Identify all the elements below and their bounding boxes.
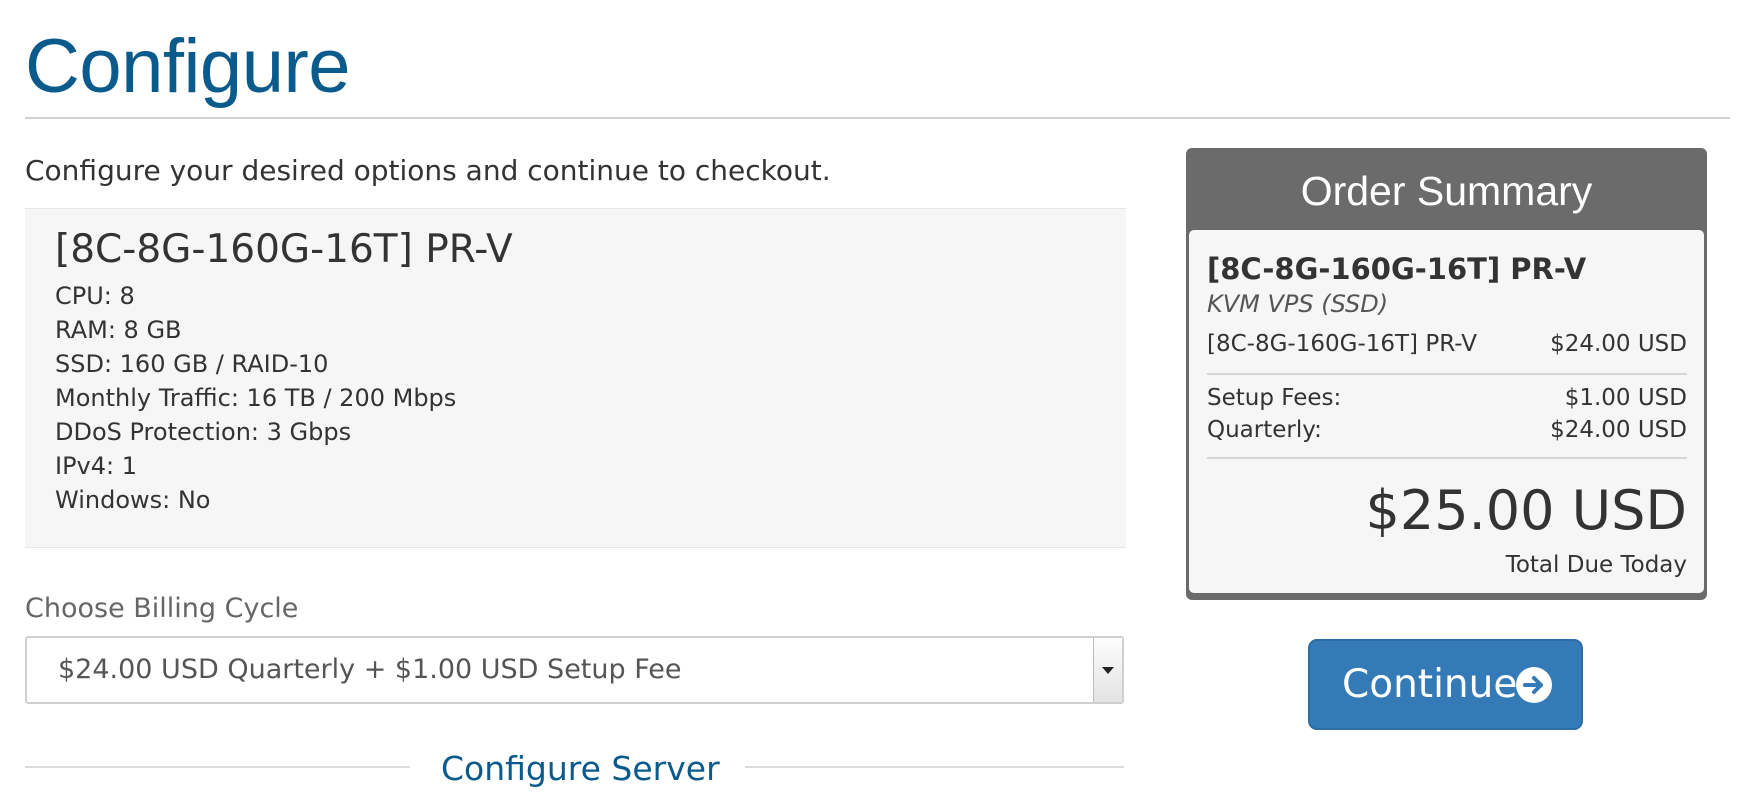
product-info-panel: [8C-8G-160G-16T] PR-V CPU: 8 RAM: 8 GB S… (25, 208, 1126, 548)
feature-ddos: DDoS Protection: 3 Gbps (55, 418, 352, 446)
arrow-circle-right-icon (1516, 667, 1552, 703)
summary-recurring: Quarterly: $24.00 USD (1207, 415, 1687, 445)
setup-fees-value: $1.00 USD (1564, 385, 1687, 411)
feature-ipv4: IPv4: 1 (55, 452, 138, 480)
billing-cycle-select[interactable]: $24.00 USD Quarterly + $1.00 USD Setup F… (25, 636, 1124, 704)
configure-server-heading: Configure Server (441, 749, 720, 788)
feature-ssd: SSD: 160 GB / RAID-10 (55, 350, 329, 378)
total-due-amount: $25.00 USD (1365, 479, 1688, 542)
product-features: CPU: 8 RAM: 8 GB SSD: 160 GB / RAID-10 M… (55, 279, 456, 517)
summary-product-name: [8C-8G-160G-16T] PR-V (1207, 252, 1587, 286)
billing-cycle-label: Choose Billing Cycle (25, 593, 299, 624)
total-due-label: Total Due Today (1505, 552, 1687, 578)
order-summary-title: Order Summary (1300, 168, 1593, 214)
recurring-label: Quarterly: (1207, 417, 1322, 443)
summary-divider (1207, 373, 1687, 375)
summary-setup-fees: Setup Fees: $1.00 USD (1207, 383, 1687, 413)
section-divider-left (25, 766, 410, 768)
setup-fees-label: Setup Fees: (1207, 385, 1342, 411)
summary-divider (1207, 457, 1687, 459)
order-summary-panel: Order Summary [8C-8G-160G-16T] PR-V KVM … (1186, 148, 1707, 600)
summary-line-item: [8C-8G-160G-16T] PR-V $24.00 USD (1207, 329, 1687, 359)
continue-button[interactable]: Continue (1308, 639, 1583, 730)
order-summary-body: [8C-8G-160G-16T] PR-V KVM VPS (SSD) [8C-… (1189, 230, 1704, 593)
recurring-value: $24.00 USD (1550, 417, 1687, 443)
title-divider (25, 117, 1730, 119)
feature-ram: RAM: 8 GB (55, 316, 182, 344)
feature-traffic: Monthly Traffic: 16 TB / 200 Mbps (55, 384, 457, 412)
line-item-label: [8C-8G-160G-16T] PR-V (1207, 331, 1477, 357)
billing-cycle-selected: $24.00 USD Quarterly + $1.00 USD Setup F… (58, 654, 682, 685)
summary-product-group: KVM VPS (SSD) (1207, 290, 1389, 318)
feature-windows: Windows: No (55, 486, 211, 514)
page-intro: Configure your desired options and conti… (25, 154, 831, 187)
feature-cpu: CPU: 8 (55, 282, 135, 310)
product-name: [8C-8G-160G-16T] PR-V (55, 227, 513, 272)
chevron-down-icon (1102, 667, 1114, 674)
continue-button-label: Continue (1342, 662, 1518, 707)
line-item-price: $24.00 USD (1550, 331, 1687, 357)
page-title: Configure (25, 24, 351, 109)
section-divider-right (745, 766, 1124, 768)
select-dropdown-button[interactable] (1093, 638, 1122, 702)
